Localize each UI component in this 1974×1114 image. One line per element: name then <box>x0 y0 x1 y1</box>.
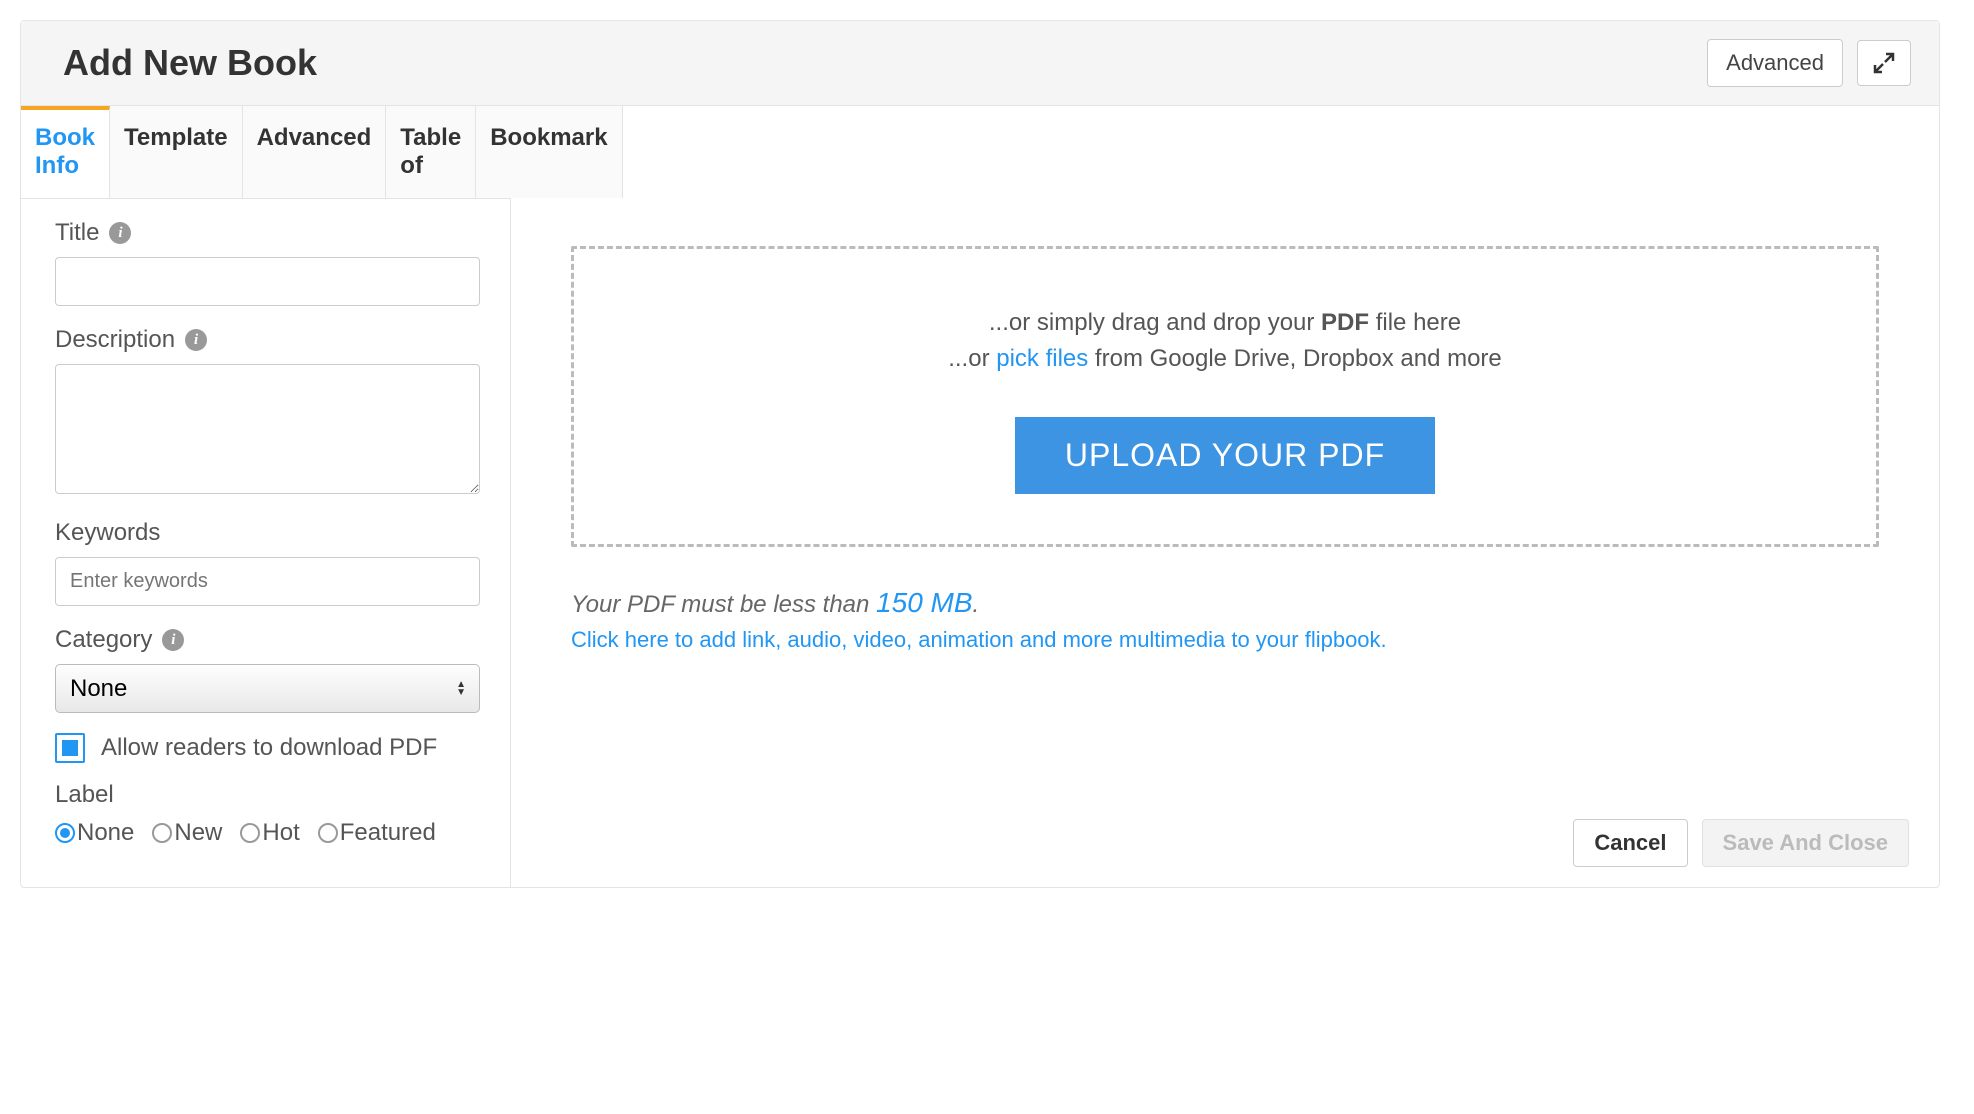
title-label: Title i <box>55 219 480 247</box>
save-and-close-button[interactable]: Save And Close <box>1702 819 1909 867</box>
category-select-wrap: None ▲▼ <box>55 664 480 713</box>
dropzone-line-2: ...or pick files from Google Drive, Drop… <box>614 345 1836 373</box>
radio-icon <box>152 823 172 843</box>
title-input[interactable] <box>55 257 480 306</box>
label-radio-row: None New Hot Featured <box>55 819 480 847</box>
keywords-label: Keywords <box>55 519 480 547</box>
modal-header: Add New Book Advanced <box>21 21 1939 106</box>
allow-download-checkbox[interactable] <box>55 733 85 763</box>
size-value: 150 MB <box>876 587 973 618</box>
hint-area: Your PDF must be less than 150 MB. Click… <box>571 587 1879 653</box>
expand-icon <box>1872 51 1896 75</box>
radio-label-featured: Featured <box>340 819 436 847</box>
radio-icon <box>318 823 338 843</box>
left-panel: Book Info Template Advanced Table of Boo… <box>21 106 511 887</box>
description-label: Description i <box>55 326 480 354</box>
dz1-bold: PDF <box>1321 309 1369 336</box>
description-label-text: Description <box>55 326 175 354</box>
right-panel: ...or simply drag and drop your PDF file… <box>511 106 1939 887</box>
tab-advanced[interactable]: Advanced <box>243 106 387 198</box>
keywords-label-text: Keywords <box>55 519 160 547</box>
dz2-prefix: ...or <box>948 345 996 372</box>
add-book-modal: Add New Book Advanced Book Info Template… <box>20 20 1940 888</box>
category-label: Category i <box>55 626 480 654</box>
form-area: Title i Description i Keywords <box>21 199 510 887</box>
tab-table-of[interactable]: Table of <box>386 106 476 198</box>
size-prefix: Your PDF must be less than <box>571 591 876 618</box>
keywords-group: Keywords <box>55 519 480 606</box>
radio-none[interactable]: None <box>55 819 134 847</box>
checkbox-checked-icon <box>62 740 78 756</box>
tabs: Book Info Template Advanced Table of Boo… <box>21 106 510 199</box>
modal-footer: Cancel Save And Close <box>1573 819 1909 867</box>
info-icon[interactable]: i <box>185 329 207 351</box>
keywords-input[interactable] <box>55 557 480 606</box>
tab-template[interactable]: Template <box>110 106 243 198</box>
label-label: Label <box>55 781 480 809</box>
radio-icon <box>240 823 260 843</box>
modal-body: Book Info Template Advanced Table of Boo… <box>21 106 1939 887</box>
title-label-text: Title <box>55 219 99 247</box>
category-select[interactable]: None <box>55 664 480 713</box>
dz1-prefix: ...or simply drag and drop your <box>989 309 1321 336</box>
upload-pdf-button[interactable]: UPLOAD YOUR PDF <box>1015 417 1435 494</box>
cancel-button[interactable]: Cancel <box>1573 819 1687 867</box>
advanced-button[interactable]: Advanced <box>1707 39 1843 87</box>
description-group: Description i <box>55 326 480 499</box>
tab-book-info[interactable]: Book Info <box>21 106 110 198</box>
label-label-text: Label <box>55 781 114 809</box>
multimedia-link[interactable]: Click here to add link, audio, video, an… <box>571 627 1387 653</box>
radio-featured[interactable]: Featured <box>318 819 436 847</box>
info-icon[interactable]: i <box>162 629 184 651</box>
radio-hot[interactable]: Hot <box>240 819 299 847</box>
title-group: Title i <box>55 219 480 306</box>
category-group: Category i None ▲▼ <box>55 626 480 713</box>
dropzone-line-1: ...or simply drag and drop your PDF file… <box>614 309 1836 337</box>
radio-label-new: New <box>174 819 222 847</box>
size-suffix: . <box>973 591 980 618</box>
allow-download-label: Allow readers to download PDF <box>101 734 437 762</box>
allow-download-row: Allow readers to download PDF <box>55 733 480 763</box>
radio-icon <box>55 823 75 843</box>
modal-title: Add New Book <box>63 42 317 84</box>
radio-new[interactable]: New <box>152 819 222 847</box>
dz2-suffix: from Google Drive, Dropbox and more <box>1088 345 1502 372</box>
size-hint: Your PDF must be less than 150 MB. <box>571 587 1879 619</box>
expand-button[interactable] <box>1857 40 1911 86</box>
pdf-dropzone[interactable]: ...or simply drag and drop your PDF file… <box>571 246 1879 547</box>
header-actions: Advanced <box>1707 39 1911 87</box>
description-textarea[interactable] <box>55 364 480 494</box>
info-icon[interactable]: i <box>109 222 131 244</box>
radio-label-none: None <box>77 819 134 847</box>
dz1-suffix: file here <box>1369 309 1461 336</box>
category-label-text: Category <box>55 626 152 654</box>
pick-files-link[interactable]: pick files <box>996 345 1088 372</box>
radio-label-hot: Hot <box>262 819 299 847</box>
label-group: Label None New Hot <box>55 781 480 847</box>
